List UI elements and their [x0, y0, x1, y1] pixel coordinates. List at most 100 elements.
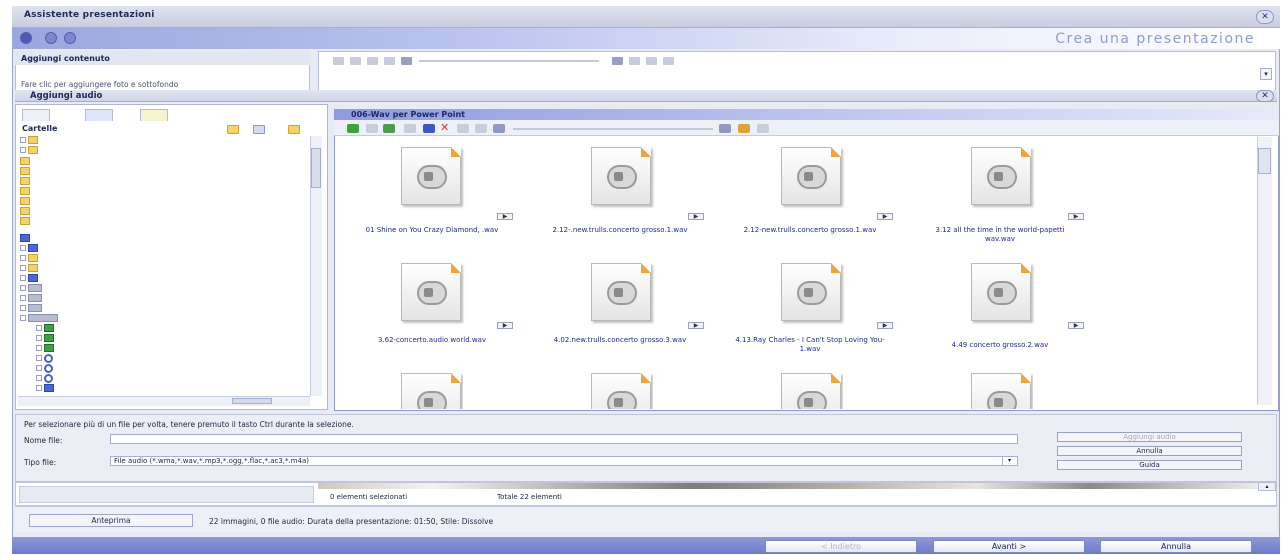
folder-hscroll-thumb[interactable] — [232, 398, 272, 404]
content-hint[interactable]: Fare clic per aggiungere foto e sottofon… — [21, 80, 178, 89]
disc-icon[interactable] — [44, 374, 53, 383]
file-thumbnail[interactable] — [781, 147, 851, 209]
back-arrow-icon[interactable] — [347, 124, 359, 133]
view-icon[interactable] — [629, 57, 640, 65]
file-name[interactable]: 3.12 all the time in the world-papetti w… — [925, 226, 1075, 244]
folder-up-icon[interactable] — [288, 125, 300, 134]
play-button[interactable]: ▶ — [1068, 213, 1084, 220]
tab-folders[interactable] — [140, 109, 168, 121]
disc-icon[interactable] — [44, 364, 53, 373]
drive-icon[interactable] — [28, 294, 42, 302]
file-scrollbar-thumb[interactable] — [1258, 148, 1271, 174]
drive-icon[interactable] — [28, 284, 42, 292]
zoom-out-icon[interactable] — [401, 57, 412, 65]
play-button[interactable]: ▶ — [877, 213, 893, 220]
folder-icon[interactable] — [20, 217, 30, 225]
select-icon[interactable] — [663, 57, 674, 65]
tree-expand[interactable] — [36, 355, 42, 361]
file-thumbnail[interactable] — [591, 263, 661, 325]
file-name-input[interactable] — [110, 434, 1018, 444]
file-type-select[interactable]: File audio (*.wma,*.wav,*.mp3,*.ogg,*.fl… — [110, 456, 1018, 466]
computer-icon[interactable] — [20, 234, 30, 242]
tree-expand[interactable] — [36, 335, 42, 341]
folder-icon[interactable] — [44, 334, 54, 342]
folder-icon[interactable] — [20, 167, 30, 175]
drive-icon[interactable] — [28, 274, 38, 282]
sort-icon[interactable] — [646, 57, 657, 65]
tree-expand[interactable] — [20, 295, 26, 301]
tree-expand[interactable] — [20, 275, 26, 281]
folder-icon[interactable] — [28, 136, 38, 144]
wizard-step-3[interactable] — [64, 32, 76, 44]
zoom-out-icon[interactable] — [493, 124, 505, 133]
tree-expand[interactable] — [20, 147, 26, 153]
file-thumbnail[interactable] — [591, 373, 653, 409]
folder-icon[interactable] — [404, 124, 416, 133]
folder-icon[interactable] — [20, 177, 30, 185]
tree-expand[interactable] — [36, 365, 42, 371]
tree-expand[interactable] — [36, 375, 42, 381]
close-audio-button[interactable]: ✕ — [1256, 90, 1274, 102]
dialog-cancel-button[interactable]: Annulla — [1057, 446, 1242, 456]
play-button[interactable]: ▶ — [688, 322, 704, 329]
file-thumbnail[interactable] — [971, 263, 1041, 325]
wizard-step-2[interactable] — [45, 32, 57, 44]
folder-icon[interactable] — [20, 207, 30, 215]
folder-icon[interactable] — [20, 197, 30, 205]
file-thumbnail[interactable] — [971, 373, 1033, 409]
tree-expand[interactable] — [36, 385, 42, 391]
tab-library[interactable] — [85, 109, 113, 121]
tree-expand[interactable] — [20, 285, 26, 291]
new-folder-icon[interactable] — [227, 125, 239, 134]
file-thumbnail[interactable] — [781, 373, 843, 409]
file-thumbnail[interactable] — [401, 263, 471, 325]
folder-icon[interactable] — [20, 157, 30, 165]
folder-icon[interactable] — [20, 187, 30, 195]
tree-expand[interactable] — [36, 325, 42, 331]
view-folder-icon[interactable] — [253, 125, 265, 134]
tree-expand[interactable] — [20, 265, 26, 271]
folder-icon[interactable] — [28, 254, 38, 262]
file-name[interactable]: 4.02.new.trulls.concerto grosso.3.wav — [545, 336, 695, 345]
tab-favorites[interactable] — [22, 109, 50, 121]
file-thumbnail[interactable] — [401, 373, 463, 409]
forward-arrow-icon[interactable] — [366, 124, 378, 133]
add-audio-button[interactable]: Aggiungi audio — [1057, 432, 1242, 442]
file-thumbnail[interactable] — [971, 147, 1041, 209]
file-thumbnail[interactable] — [591, 147, 661, 209]
rotate-left-icon[interactable] — [367, 57, 378, 65]
folder-icon[interactable] — [28, 264, 38, 272]
zoom-slider[interactable] — [419, 60, 599, 62]
play-button[interactable]: ▶ — [877, 322, 893, 329]
rotate-left-icon[interactable] — [457, 124, 469, 133]
toolbar-icon[interactable] — [333, 57, 344, 65]
tree-expand[interactable] — [20, 255, 26, 261]
file-name[interactable]: 4.13.Ray Charles - I Can't Stop Loving Y… — [735, 336, 885, 354]
play-button[interactable]: ▶ — [688, 213, 704, 220]
drive-icon[interactable] — [28, 314, 58, 322]
play-button[interactable]: ▶ — [497, 322, 513, 329]
tree-expand[interactable] — [20, 245, 26, 251]
file-name[interactable]: 2.12-.new.trulls.concerto grosso.1.wav — [545, 226, 695, 235]
strip-scroll-button[interactable]: ▴ — [1258, 482, 1276, 491]
next-button[interactable]: Avanti > — [933, 540, 1085, 553]
zoom-in-icon[interactable] — [612, 57, 623, 65]
file-name[interactable]: 01 Shine on You Crazy Diamond, .wav — [357, 226, 507, 235]
file-name[interactable]: 4.49 concerto grosso.2.wav — [910, 341, 1090, 350]
file-thumbnail[interactable] — [401, 147, 471, 209]
content-scroll-button[interactable]: ▾ — [1260, 68, 1272, 80]
help-button[interactable]: Guida — [1057, 460, 1242, 470]
preview-button[interactable]: Anteprima — [29, 514, 193, 527]
zoom-slider[interactable] — [513, 128, 713, 130]
play-button[interactable]: ▶ — [497, 213, 513, 220]
delete-icon[interactable] — [350, 57, 361, 65]
view-icon[interactable] — [757, 124, 769, 133]
tree-expand[interactable] — [20, 305, 26, 311]
file-scrollbar[interactable] — [1257, 137, 1272, 405]
play-button[interactable]: ▶ — [1068, 322, 1084, 329]
tree-expand[interactable] — [36, 345, 42, 351]
refresh-icon[interactable] — [383, 124, 395, 133]
rotate-right-icon[interactable] — [475, 124, 487, 133]
back-button[interactable]: < Indietro — [765, 540, 917, 553]
tree-expand[interactable] — [20, 315, 26, 321]
